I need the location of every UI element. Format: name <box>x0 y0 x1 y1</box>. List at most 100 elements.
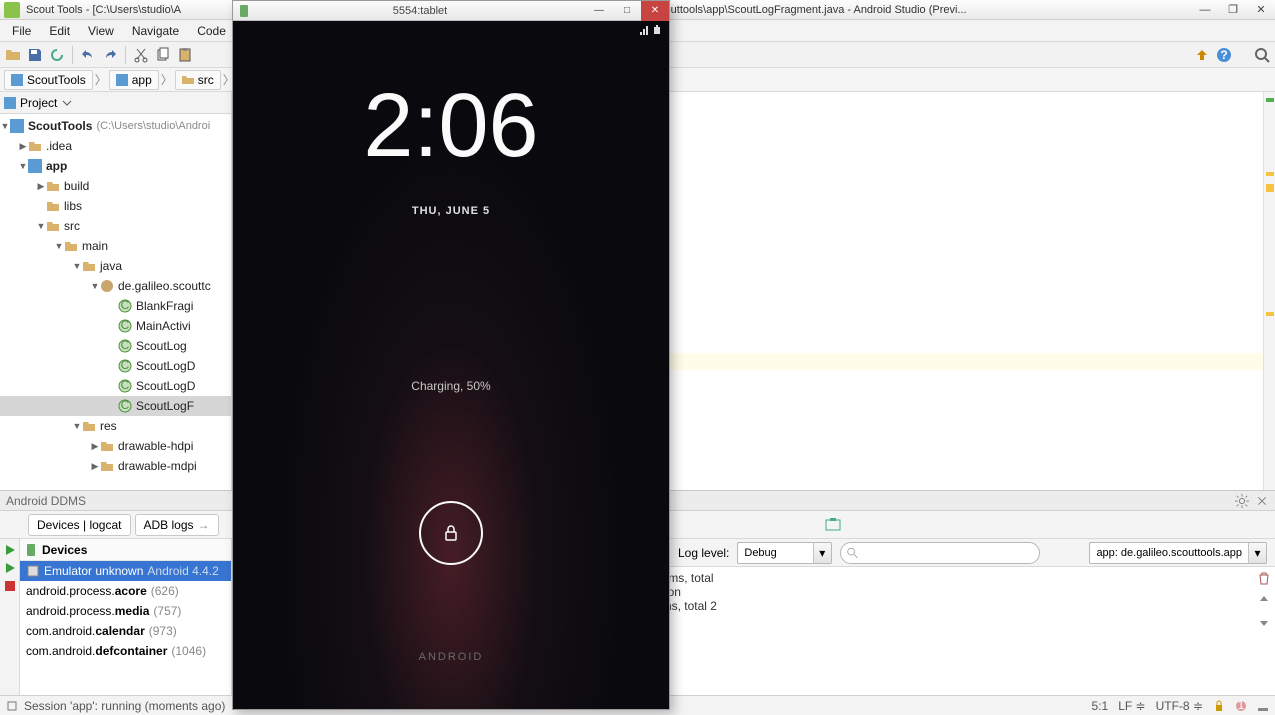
search-icon[interactable] <box>1253 46 1271 64</box>
sync-icon[interactable] <box>48 46 66 64</box>
stop-icon[interactable] <box>3 579 17 593</box>
maximize-button[interactable]: ❐ <box>1219 0 1247 20</box>
chevron-down-icon[interactable]: ▾ <box>1248 543 1266 563</box>
emulator-screen[interactable]: 2:06 THU, JUNE 5 Charging, 50% ANDROID <box>233 21 669 709</box>
run-icon[interactable] <box>3 543 17 557</box>
menu-code[interactable]: Code <box>189 22 234 40</box>
expand-icon[interactable]: ▶ <box>90 441 100 452</box>
folder-icon <box>46 219 60 233</box>
expand-icon[interactable]: ▼ <box>18 161 28 171</box>
tree-node[interactable]: CScoutLog <box>0 336 231 356</box>
paste-icon[interactable] <box>176 46 194 64</box>
crumb-app[interactable]: app <box>109 70 159 90</box>
svg-text:1: 1 <box>1238 700 1245 712</box>
help-icon[interactable]: ? <box>1215 46 1233 64</box>
tree-node[interactable]: libs <box>0 196 231 216</box>
project-panel-header[interactable]: Project <box>0 92 231 114</box>
memory-icon[interactable] <box>1257 700 1269 712</box>
expand-icon[interactable]: ▶ <box>18 141 28 152</box>
caret-position[interactable]: 5:1 <box>1092 699 1109 713</box>
expand-icon[interactable]: ▼ <box>54 241 64 251</box>
expand-icon[interactable]: ▼ <box>0 121 10 131</box>
scroll-down-icon[interactable] <box>1257 615 1271 629</box>
file-encoding[interactable]: UTF-8 ≑ <box>1156 699 1203 713</box>
project-tree[interactable]: ▼ ScoutTools (C:\Users\studio\Androi ▶.i… <box>0 114 231 490</box>
tree-label: BlankFragi <box>136 299 193 313</box>
tree-node[interactable]: ▶build <box>0 176 231 196</box>
expand-icon[interactable]: ▼ <box>36 221 46 231</box>
process-row[interactable]: android.process.acore (626) <box>20 581 231 601</box>
clear-log-icon[interactable] <box>1257 571 1271 585</box>
expand-icon[interactable]: ▶ <box>90 461 100 472</box>
copy-icon[interactable] <box>154 46 172 64</box>
tree-root[interactable]: ▼ ScoutTools (C:\Users\studio\Androi <box>0 116 231 136</box>
tree-node[interactable]: CMainActivi <box>0 316 231 336</box>
devices-title: Devices <box>20 539 231 561</box>
crumb-label: ScoutTools <box>27 73 86 87</box>
emulator-window[interactable]: 5554:tablet — □ ✕ 2:06 THU, JUNE 5 Charg… <box>232 0 670 710</box>
device-row[interactable]: Emulator unknown Android 4.4.2 <box>20 561 231 581</box>
gear-icon[interactable] <box>1235 494 1249 508</box>
panel-title: Project <box>20 96 57 110</box>
tree-node[interactable]: ▼res <box>0 416 231 436</box>
lock-ring[interactable] <box>419 501 483 565</box>
chevron-down-icon[interactable]: ▾ <box>813 543 831 563</box>
tree-node[interactable]: ▶drawable-mdpi <box>0 456 231 476</box>
emu-minimize-button[interactable]: — <box>585 1 613 21</box>
inspection-icon[interactable]: 1 <box>1235 700 1247 712</box>
chevron-down-icon[interactable] <box>61 97 73 109</box>
expand-icon[interactable]: ▼ <box>90 281 100 291</box>
expand-icon[interactable]: ▼ <box>72 261 82 271</box>
menu-edit[interactable]: Edit <box>41 22 78 40</box>
close-button[interactable]: ✕ <box>1247 0 1275 20</box>
process-row[interactable]: com.android.defcontainer (1046) <box>20 641 231 661</box>
logcat-search-input[interactable] <box>862 547 1033 559</box>
crumb-project[interactable]: ScoutTools <box>4 70 93 90</box>
save-icon[interactable] <box>26 46 44 64</box>
screenshot-icon[interactable] <box>825 517 841 533</box>
tree-node[interactable]: ▼java <box>0 256 231 276</box>
menu-view[interactable]: View <box>80 22 122 40</box>
menu-file[interactable]: File <box>4 22 39 40</box>
window-controls: — ❐ ✕ <box>1191 0 1275 20</box>
cut-icon[interactable] <box>132 46 150 64</box>
tree-node[interactable]: ▼src <box>0 216 231 236</box>
prev-highlight-icon[interactable] <box>1193 46 1211 64</box>
open-icon[interactable] <box>4 46 22 64</box>
logcat-search[interactable] <box>840 542 1040 564</box>
crumb-sep-icon: 〉 <box>95 71 107 88</box>
tree-node[interactable]: ▼de.galileo.scouttc <box>0 276 231 296</box>
tree-node[interactable]: CScoutLogD <box>0 356 231 376</box>
tree-node[interactable]: ▼app <box>0 156 231 176</box>
emu-close-button[interactable]: ✕ <box>641 1 669 21</box>
tree-node[interactable]: ▼main <box>0 236 231 256</box>
expand-icon[interactable]: ▼ <box>72 421 82 431</box>
tree-node[interactable]: ▶drawable-hdpi <box>0 436 231 456</box>
run-again-icon[interactable] <box>3 561 17 575</box>
crumb-src[interactable]: src <box>175 70 221 90</box>
lock-icon[interactable] <box>1213 700 1225 712</box>
tree-node[interactable]: CBlankFragi <box>0 296 231 316</box>
emulator-titlebar[interactable]: 5554:tablet — □ ✕ <box>233 1 669 21</box>
hide-icon[interactable] <box>1255 494 1269 508</box>
expand-icon[interactable]: ▶ <box>36 181 46 192</box>
emu-maximize-button[interactable]: □ <box>613 1 641 21</box>
tab-devices-logcat[interactable]: Devices | logcat <box>28 514 131 536</box>
tree-node[interactable]: ▶.idea <box>0 136 231 156</box>
process-row[interactable]: com.android.calendar (973) <box>20 621 231 641</box>
scroll-up-icon[interactable] <box>1257 593 1271 607</box>
log-level-combo[interactable]: Debug ▾ <box>737 542 831 564</box>
process-row[interactable]: android.process.media (757) <box>20 601 231 621</box>
undo-icon[interactable] <box>79 46 97 64</box>
tab-adb-logs[interactable]: ADB logs→ <box>135 514 219 536</box>
menu-navigate[interactable]: Navigate <box>124 22 187 40</box>
class-icon: C <box>118 399 132 413</box>
tree-node[interactable]: CScoutLogF <box>0 396 231 416</box>
tree-node[interactable]: CScoutLogD <box>0 376 231 396</box>
status-icon <box>6 700 18 712</box>
app-filter-combo[interactable]: app: de.galileo.scouttools.app ▾ <box>1089 542 1267 564</box>
redo-icon[interactable] <box>101 46 119 64</box>
line-separator[interactable]: LF ≑ <box>1118 699 1145 713</box>
log-level-label: Log level: <box>678 546 729 560</box>
minimize-button[interactable]: — <box>1191 0 1219 20</box>
